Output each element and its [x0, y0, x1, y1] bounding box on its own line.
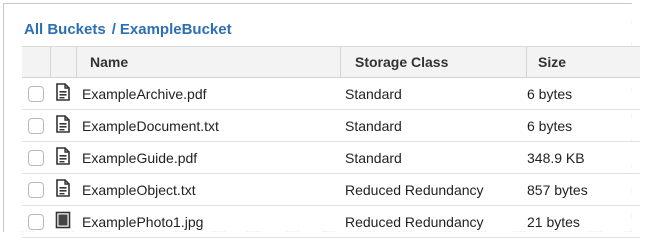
row-checkbox[interactable] [28, 85, 44, 102]
column-header-storage-class[interactable]: Storage Class [355, 47, 527, 77]
column-header-name[interactable]: Name [90, 47, 341, 77]
file-name[interactable]: ExamplePhoto1.jpg [82, 206, 342, 237]
file-size: 348.9 KB [527, 149, 585, 166]
header-icon-cell [50, 47, 77, 77]
row-select-cell [22, 110, 50, 141]
document-icon [55, 83, 71, 104]
row-icon-cell [50, 174, 76, 205]
storage-class: Reduced Redundancy [345, 181, 484, 198]
file-size: 6 bytes [527, 85, 573, 102]
table-row[interactable]: ExampleDocument.txt Standard 6 bytes [22, 110, 640, 142]
storage-class: Reduced Redundancy [345, 213, 484, 230]
row-checkbox[interactable] [28, 213, 44, 230]
column-header-size[interactable]: Size [538, 47, 648, 77]
table-row[interactable]: ExampleArchive.pdf Standard 6 bytes [22, 78, 640, 110]
storage-class: Standard [345, 117, 402, 134]
row-checkbox[interactable] [28, 181, 44, 198]
document-icon [55, 179, 71, 200]
file-size: 6 bytes [527, 117, 573, 134]
storage-class: Standard [345, 149, 402, 166]
file-name[interactable]: ExampleObject.txt [82, 174, 342, 205]
document-icon [55, 115, 71, 136]
table-body: ExampleArchive.pdf Standard 6 bytes Exam… [22, 78, 640, 238]
file-name[interactable]: ExampleGuide.pdf [82, 142, 342, 173]
page: All Buckets / ExampleBucket Name Storage C… [0, 0, 648, 240]
table-header-row: Name Storage Class Size [22, 46, 640, 78]
row-select-cell [22, 206, 50, 237]
storage-class: Standard [345, 85, 402, 102]
file-name[interactable]: ExampleArchive.pdf [82, 78, 342, 109]
document-icon [55, 147, 71, 168]
row-select-cell [22, 78, 50, 109]
image-icon [55, 211, 71, 232]
objects-table: Name Storage Class Size ExampleArchive.p… [22, 46, 640, 238]
row-select-cell [22, 174, 50, 205]
breadcrumb-all-buckets-link[interactable]: All Buckets [24, 21, 106, 38]
row-icon-cell [50, 142, 76, 173]
header-select-cell [22, 47, 51, 77]
row-select-cell [22, 142, 50, 173]
row-icon-cell [50, 78, 76, 109]
row-icon-cell [50, 110, 76, 141]
breadcrumb: All Buckets / ExampleBucket [24, 21, 232, 41]
breadcrumb-current-bucket[interactable]: ExampleBucket [120, 21, 232, 38]
row-icon-cell [50, 206, 76, 237]
table-row[interactable]: ExamplePhoto1.jpg Reduced Redundancy 21 … [22, 206, 640, 238]
file-size: 857 bytes [527, 181, 588, 198]
file-size: 21 bytes [527, 213, 580, 230]
table-row[interactable]: ExampleGuide.pdf Standard 348.9 KB [22, 142, 640, 174]
file-name[interactable]: ExampleDocument.txt [82, 110, 342, 141]
table-row[interactable]: ExampleObject.txt Reduced Redundancy 857… [22, 174, 640, 206]
row-checkbox[interactable] [28, 149, 44, 166]
breadcrumb-separator: / [111, 21, 116, 38]
row-checkbox[interactable] [28, 117, 44, 134]
